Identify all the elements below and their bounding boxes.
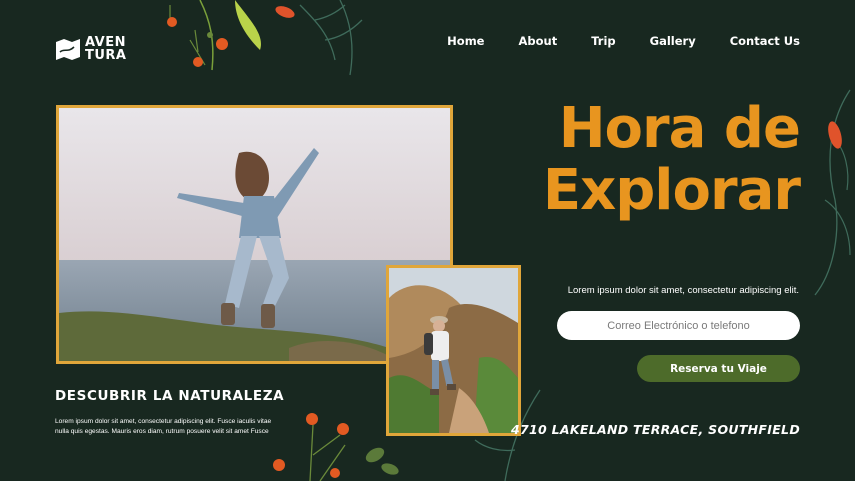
address-text: 4710 LAKELAND TERRACE, SOUTHFIELD — [511, 422, 800, 437]
section-body-text: Lorem ipsum dolor sit amet, consectetur … — [55, 418, 272, 435]
brand-line-2: TURA — [85, 48, 127, 63]
nav-contact-us[interactable]: Contact Us — [730, 34, 800, 48]
nav-trip[interactable]: Trip — [591, 34, 615, 48]
main-nav: Home About Trip Gallery Contact Us — [447, 34, 800, 48]
brand-logo[interactable]: AVEN TURA — [55, 36, 135, 62]
hero-description: Lorem ipsum dolor sit amet, consectetur … — [567, 285, 799, 296]
hero-title: Hora de Explorar — [480, 96, 801, 223]
book-trip-button[interactable]: Reserva tu Viaje — [637, 355, 800, 382]
brand-name: AVEN TURA — [85, 36, 135, 62]
logo-mark-icon — [56, 39, 80, 60]
nav-gallery[interactable]: Gallery — [650, 34, 696, 48]
section-title: DESCUBRIR LA NATURALEZA — [55, 388, 285, 404]
email-phone-input[interactable] — [557, 311, 800, 340]
leaf-decoration-top — [199, 0, 363, 76]
hiker-image — [389, 268, 518, 433]
nav-about[interactable]: About — [518, 34, 557, 48]
hero-title-line-1: Hora de — [558, 96, 801, 161]
landing-page: AVEN TURA Home About Trip Gallery Contac… — [0, 0, 855, 481]
flower-decoration-top — [167, 5, 228, 67]
hero-photo-secondary — [386, 265, 521, 436]
leaf-decoration-right — [814, 89, 851, 296]
nav-home[interactable]: Home — [447, 34, 484, 48]
hero-title-line-2: Explorar — [542, 158, 801, 223]
